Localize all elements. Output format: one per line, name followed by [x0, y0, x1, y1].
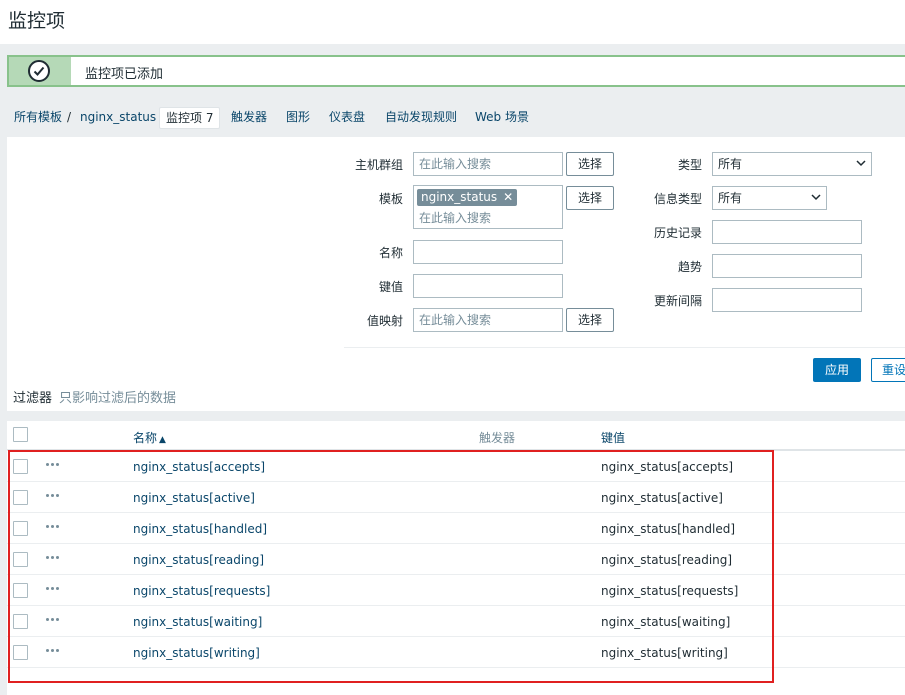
row-checkbox[interactable]	[13, 614, 28, 629]
table-row: nginx_status[waiting] nginx_status[waitin…	[7, 606, 905, 637]
more-options-icon[interactable]	[46, 494, 64, 500]
history-label: 历史记录	[653, 226, 702, 240]
key-label: 键值	[378, 280, 403, 294]
templates-label: 模板	[378, 192, 403, 206]
page-title: 监控项	[8, 10, 66, 32]
templates-multiselect[interactable]: nginx_status ✕ 在此输入搜索	[413, 185, 563, 229]
item-name-link[interactable]: nginx_status[active]	[133, 491, 255, 505]
value-map-label: 值映射	[366, 314, 403, 328]
check-circle-icon	[28, 60, 50, 82]
item-name-link[interactable]: nginx_status[writing]	[133, 646, 260, 660]
filter-panel: 主机群组 在此输入搜索 选择 模板 nginx_status ✕ 在此输入搜索 选…	[7, 137, 905, 411]
name-column-header[interactable]: 名称 ▲	[133, 429, 166, 446]
tab-graphs[interactable]: 图形	[286, 106, 310, 128]
value-map-input[interactable]: 在此输入搜索	[413, 308, 563, 332]
name-column-label: 名称	[133, 431, 158, 445]
table-row: nginx_status[writing] nginx_status[writin…	[7, 637, 905, 668]
templates-placeholder: 在此输入搜索	[419, 211, 492, 225]
tab-web-scenarios[interactable]: Web 场景	[475, 106, 529, 128]
row-checkbox[interactable]	[13, 552, 28, 567]
item-key: nginx_status[waiting]	[601, 615, 731, 629]
breadcrumb-template[interactable]: nginx_status	[80, 106, 156, 128]
row-checkbox[interactable]	[13, 645, 28, 660]
tab-discovery-rules[interactable]: 自动发现规则	[385, 106, 457, 128]
items-table: 名称 ▲ 触发器 键值 nginx_status[accepts] nginx_st…	[7, 421, 905, 695]
table-row: nginx_status[requests] nginx_status[reque…	[7, 575, 905, 606]
table-row: nginx_status[reading] nginx_status[readin…	[7, 544, 905, 575]
item-name-link[interactable]: nginx_status[reading]	[133, 553, 264, 567]
message-text: 监控项已添加	[85, 67, 164, 82]
filter-divider	[344, 347, 905, 348]
type-select-value: 所有	[718, 157, 743, 171]
success-message: 监控项已添加	[7, 55, 905, 87]
more-options-icon[interactable]	[46, 618, 64, 624]
host-groups-select-button[interactable]: 选择	[566, 152, 614, 176]
row-checkbox[interactable]	[13, 490, 28, 505]
row-checkbox[interactable]	[13, 583, 28, 598]
page-header: 监控项	[0, 0, 905, 44]
value-map-select-button[interactable]: 选择	[566, 308, 614, 332]
filter-title: 过滤器	[13, 391, 53, 406]
interval-input[interactable]	[712, 288, 862, 312]
filter-subtitle: 只影响过滤后的数据	[59, 391, 177, 406]
template-tag-label: nginx_status	[421, 190, 498, 204]
table-row: nginx_status[accepts] nginx_status[accept…	[7, 451, 905, 482]
item-key: nginx_status[reading]	[601, 553, 733, 567]
tab-triggers[interactable]: 触发器	[231, 106, 267, 128]
info-type-label: 信息类型	[653, 192, 702, 206]
tab-items[interactable]: 监控项 7	[159, 107, 221, 129]
table-row: nginx_status[handled] nginx_status[handle…	[7, 513, 905, 544]
table-header: 名称 ▲ 触发器 键值	[7, 421, 905, 451]
chevron-down-icon	[811, 194, 821, 201]
item-name-link[interactable]: nginx_status[waiting]	[133, 615, 262, 629]
chevron-down-icon	[856, 160, 866, 167]
row-checkbox[interactable]	[13, 521, 28, 536]
breadcrumb: 所有模板 / nginx_status 监控项 7 触发器 图形 仪表盘 自动发…	[0, 106, 905, 129]
type-label: 类型	[677, 158, 702, 172]
breadcrumb-all-templates[interactable]: 所有模板	[14, 106, 62, 128]
apply-button[interactable]: 应用	[813, 358, 861, 382]
history-input[interactable]	[712, 220, 862, 244]
templates-select-button[interactable]: 选择	[566, 186, 614, 210]
item-key: nginx_status[handled]	[601, 522, 736, 536]
trends-input[interactable]	[712, 254, 862, 278]
sort-asc-icon: ▲	[159, 435, 166, 445]
host-groups-label: 主机群组	[354, 158, 403, 172]
type-select[interactable]: 所有	[712, 152, 872, 176]
host-groups-input[interactable]: 在此输入搜索	[413, 152, 563, 176]
row-checkbox[interactable]	[13, 459, 28, 474]
select-all-checkbox[interactable]	[13, 427, 28, 442]
trends-label: 趋势	[677, 260, 702, 274]
message-icon-box	[9, 57, 71, 85]
more-options-icon[interactable]	[46, 556, 64, 562]
reset-button[interactable]: 重设	[871, 358, 905, 382]
tab-dashboards[interactable]: 仪表盘	[329, 106, 365, 128]
more-options-icon[interactable]	[46, 525, 64, 531]
interval-label: 更新间隔	[653, 294, 702, 308]
name-input[interactable]	[413, 240, 563, 264]
item-name-link[interactable]: nginx_status[requests]	[133, 584, 270, 598]
item-key: nginx_status[accepts]	[601, 460, 734, 474]
info-type-select-value: 所有	[718, 191, 743, 205]
more-options-icon[interactable]	[46, 649, 64, 655]
name-label: 名称	[378, 246, 403, 260]
key-input[interactable]	[413, 274, 563, 298]
info-type-select[interactable]: 所有	[712, 186, 827, 210]
item-key: nginx_status[active]	[601, 491, 723, 505]
template-tag: nginx_status ✕	[417, 189, 518, 206]
item-key: nginx_status[writing]	[601, 646, 728, 660]
table-row: nginx_status[active] nginx_status[active]	[7, 482, 905, 513]
key-column-header[interactable]: 键值	[601, 429, 625, 446]
more-options-icon[interactable]	[46, 587, 64, 593]
item-name-link[interactable]: nginx_status[handled]	[133, 522, 267, 536]
breadcrumb-separator: /	[67, 110, 72, 124]
item-key: nginx_status[requests]	[601, 584, 739, 598]
item-name-link[interactable]: nginx_status[accepts]	[133, 460, 265, 474]
triggers-column-header: 触发器	[479, 431, 516, 445]
remove-tag-icon[interactable]: ✕	[503, 190, 513, 204]
more-options-icon[interactable]	[46, 463, 64, 469]
